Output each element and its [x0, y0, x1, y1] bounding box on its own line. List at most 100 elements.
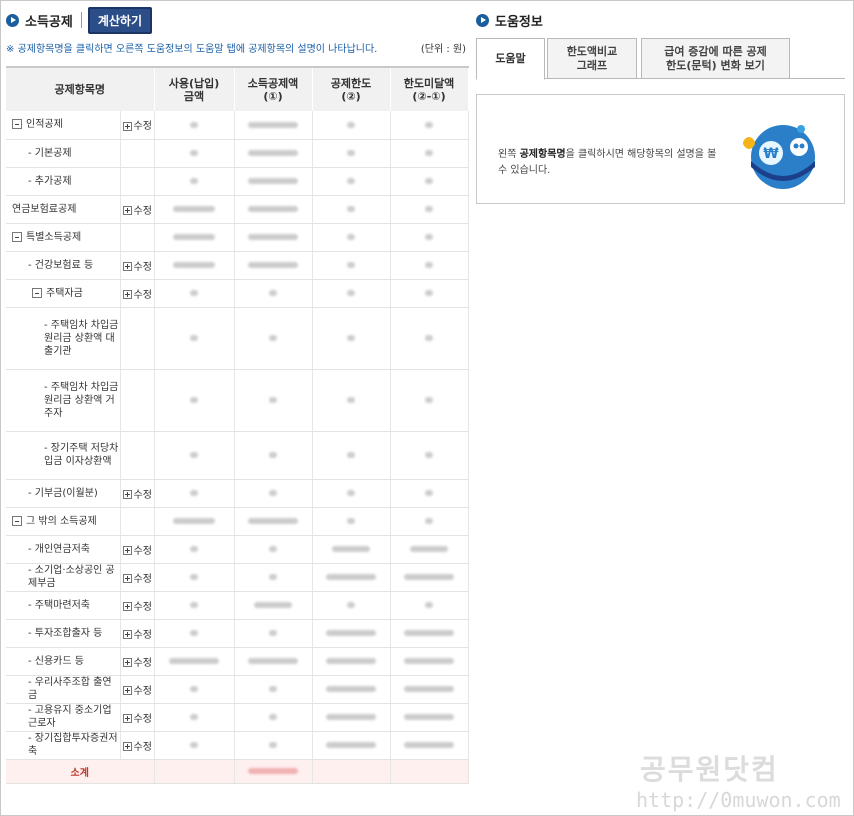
row-basic-deduction[interactable]: - 기본공제 — [6, 139, 121, 168]
edit-button[interactable]: 수정 — [120, 279, 155, 308]
plus-icon — [122, 490, 132, 499]
plus-icon — [122, 290, 132, 299]
row-additional-deduction[interactable]: - 추가공제 — [6, 167, 121, 196]
plus-icon — [122, 658, 132, 667]
table-row: - 우리사주조합 출연금 수정 — [6, 675, 469, 704]
plus-icon — [122, 714, 132, 723]
edit-button[interactable]: 수정 — [120, 619, 155, 648]
row-other-deduction[interactable]: 그 밖의 소득공제 — [6, 507, 121, 536]
arrow-bullet-icon — [6, 13, 19, 27]
table-row: - 주택마련저축 수정 — [6, 591, 469, 620]
table-row: - 건강보험료 등 수정 — [6, 251, 469, 280]
row-special-deduction[interactable]: 특별소득공제 — [6, 223, 121, 252]
collapse-icon[interactable] — [12, 231, 22, 242]
edit-button[interactable]: 수정 — [120, 563, 155, 592]
help-header: 도움정보 — [476, 6, 846, 34]
table-row: - 주택임차 차입금 원리금 상환액 대출기관 — [6, 307, 469, 370]
collapse-icon[interactable] — [32, 287, 42, 298]
income-deduction-panel: 소득공제 계산하기 ※ 공제항목명을 클릭하면 오른쪽 도움정보의 도움말 탭에… — [6, 6, 469, 784]
row-pension-insurance[interactable]: 연금보험료공제 — [6, 195, 121, 224]
table-header-row: 공제항목명 사용(납입) 금액 소득공제액 (①) 공제한도 (②) 한도미달액 (②-… — [6, 66, 469, 111]
tab-limit-graph[interactable]: 한도액비교 그래프 — [547, 38, 637, 79]
table-row: - 장기집합투자증권저축 수정 — [6, 731, 469, 760]
table-row: - 주택임차 차입금 원리금 상환액 거주자 — [6, 369, 469, 432]
collapse-icon[interactable] — [12, 515, 22, 526]
row-housing-loan-resident[interactable]: - 주택임차 차입금 원리금 상환액 거주자 — [6, 369, 121, 432]
edit-button[interactable]: 수정 — [120, 703, 155, 732]
watermark-text: 공무원닷컴 — [640, 753, 779, 786]
plus-icon — [122, 630, 132, 639]
deduction-table: 공제항목명 사용(납입) 금액 소득공제액 (①) 공제한도 (②) 한도미달액 (②-… — [6, 66, 469, 784]
tab-threshold-change[interactable]: 급여 증감에 따른 공제 한도(문턱) 변화 보기 — [641, 38, 790, 79]
help-panel: 도움정보 도움말 한도액비교 그래프 급여 증감에 따른 공제 한도(문턱) 변… — [476, 6, 846, 204]
plus-icon — [122, 574, 132, 583]
plus-icon — [122, 206, 132, 215]
table-row: - 장기주택 저당차입금 이자상환액 — [6, 431, 469, 480]
tab-help[interactable]: 도움말 — [476, 38, 545, 80]
edit-button[interactable]: 수정 — [120, 591, 155, 620]
edit-button[interactable]: 수정 — [120, 479, 155, 508]
help-title: 도움정보 — [495, 14, 543, 30]
help-text: 왼쪽 공제항목명을 클릭하시면 해당항목의 설명을 볼 수 있습니다. — [498, 149, 717, 176]
row-housing-fund[interactable]: 주택자금 — [6, 279, 121, 308]
table-row: 인적공제 수정 — [6, 111, 469, 140]
plus-icon — [122, 546, 132, 555]
row-long-term-fund[interactable]: - 장기집합투자증권저축 — [6, 731, 121, 760]
watermark-url: http://0muwon.com — [636, 788, 841, 812]
row-employee-stock[interactable]: - 우리사주조합 출연금 — [6, 675, 121, 704]
arrow-bullet-icon — [476, 13, 489, 27]
row-employment-retention[interactable]: - 고용유지 중소기업 근로자 — [6, 703, 121, 732]
edit-button[interactable]: 수정 — [120, 731, 155, 760]
column-header-item: 공제항목명 — [6, 66, 155, 111]
plus-icon — [122, 262, 132, 271]
edit-button[interactable]: 수정 — [120, 647, 155, 676]
table-row: - 추가공제 — [6, 167, 469, 196]
unit-label: (단위 : 원) — [420, 44, 466, 55]
edit-button[interactable]: 수정 — [120, 111, 155, 140]
table-row: 연금보험료공제 수정 — [6, 195, 469, 224]
table-row: - 고용유지 중소기업 근로자 수정 — [6, 703, 469, 732]
subtotal-label: 소계 — [6, 759, 155, 784]
column-header-limit: 공제한도 (②) — [312, 66, 391, 111]
plus-icon — [122, 742, 132, 751]
column-header-used: 사용(납입) 금액 — [154, 66, 235, 111]
row-health-insurance[interactable]: - 건강보험료 등 — [6, 251, 121, 280]
divider — [80, 12, 82, 28]
plus-icon — [122, 121, 132, 131]
table-row: - 기부금(이월분) 수정 — [6, 479, 469, 508]
notice-text: ※ 공제항목명을 클릭하면 오른쪽 도움정보의 도움말 탭에 공제항목의 설명이… — [6, 44, 378, 55]
table-row: - 개인연금저축 수정 — [6, 535, 469, 564]
help-content-box: 왼쪽 공제항목명을 클릭하시면 해당항목의 설명을 볼 수 있습니다. ₩ — [476, 94, 845, 204]
row-housing-savings[interactable]: - 주택마련저축 — [6, 591, 121, 620]
row-personal-pension[interactable]: - 개인연금저축 — [6, 535, 121, 564]
mascot-icon: ₩ — [743, 125, 815, 189]
table-row: 특별소득공제 — [6, 223, 469, 252]
row-housing-loan-institution[interactable]: - 주택임차 차입금 원리금 상환액 대출기관 — [6, 307, 121, 370]
income-deduction-header: 소득공제 계산하기 — [6, 6, 468, 34]
table-row: - 기본공제 — [6, 139, 469, 168]
table-row: 그 밖의 소득공제 — [6, 507, 469, 536]
table-row: - 투자조합출자 등 수정 — [6, 619, 469, 648]
subtotal-row: 소계 — [6, 759, 469, 784]
collapse-icon[interactable] — [12, 119, 22, 130]
plus-icon — [122, 602, 132, 611]
column-header-shortfall: 한도미달액 (②-①) — [390, 66, 469, 111]
calculate-button[interactable]: 계산하기 — [87, 6, 153, 34]
table-row: 주택자금 수정 — [6, 279, 469, 308]
edit-button[interactable]: 수정 — [120, 195, 155, 224]
plus-icon — [122, 686, 132, 695]
edit-button[interactable]: 수정 — [120, 535, 155, 564]
column-header-deduction: 소득공제액 (①) — [234, 66, 313, 111]
edit-button[interactable]: 수정 — [120, 251, 155, 280]
table-row: - 신용카드 등 수정 — [6, 647, 469, 676]
row-donation-carryover[interactable]: - 기부금(이월분) — [6, 479, 121, 508]
row-credit-card[interactable]: - 신용카드 등 — [6, 647, 121, 676]
row-mortgage-interest[interactable]: - 장기주택 저당차입금 이자상환액 — [6, 431, 121, 480]
row-investment-association[interactable]: - 투자조합출자 등 — [6, 619, 121, 648]
income-deduction-title: 소득공제 — [25, 14, 73, 30]
help-tabs: 도움말 한도액비교 그래프 급여 증감에 따른 공제 한도(문턱) 변화 보기 — [476, 38, 845, 80]
edit-button[interactable]: 수정 — [120, 675, 155, 704]
row-personal-deduction[interactable]: 인적공제 — [6, 111, 121, 140]
row-small-business-mutual-aid[interactable]: - 소기업·소상공인 공제부금 — [6, 563, 121, 592]
notice-row: ※ 공제항목명을 클릭하면 오른쪽 도움정보의 도움말 탭에 공제항목의 설명이… — [6, 40, 468, 56]
